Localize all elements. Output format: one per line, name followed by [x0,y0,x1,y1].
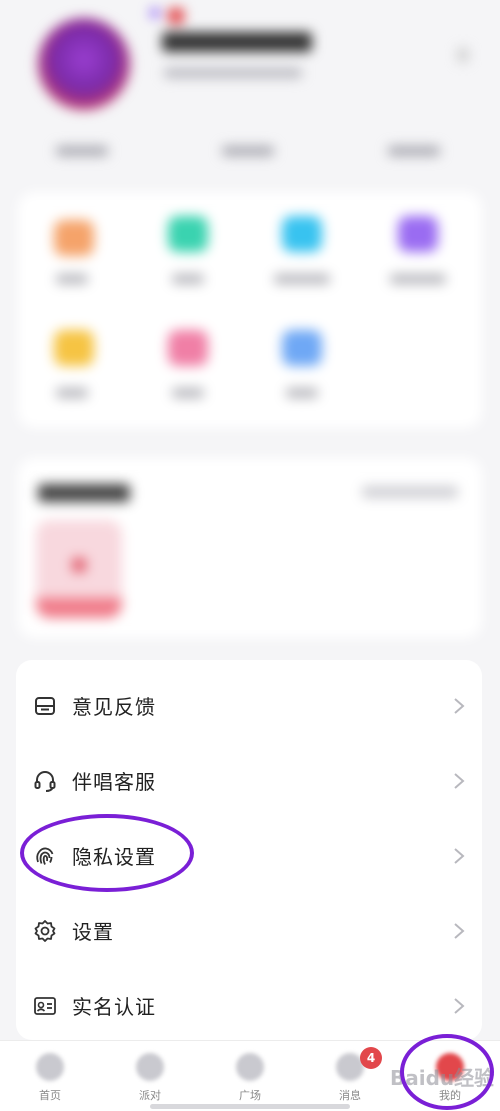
feature-label [56,388,88,398]
headset-icon [32,768,58,794]
chevron-right-icon [452,846,466,866]
menu-item-feedback[interactable]: 意见反馈 [16,668,482,743]
stat-fans[interactable] [222,146,274,156]
tab-party[interactable]: 派对 [100,1041,200,1111]
tab-label: 广场 [239,1089,261,1102]
tab-label: 首页 [39,1089,61,1102]
chevron-right-icon[interactable] [458,48,468,62]
feature-icon[interactable] [282,216,322,252]
feature-icon[interactable] [54,330,94,366]
tab-label: 派对 [139,1089,161,1102]
stat-following[interactable] [56,146,108,156]
menu-item-label: 实名认证 [72,995,156,1019]
gear-icon [32,918,58,944]
party-icon [136,1053,164,1081]
feature-icon[interactable] [54,220,94,256]
square-icon [236,1053,264,1081]
watermark-text: Baidu经验 [390,1066,495,1090]
relationship-slot-bar [36,598,122,618]
feature-icon[interactable] [168,216,208,252]
menu-item-real-name-verification[interactable]: 实名认证 [16,968,482,1043]
tab-messages[interactable]: 4 消息 [300,1041,400,1111]
feature-icon[interactable] [398,216,438,252]
feature-icon[interactable] [168,330,208,366]
chevron-right-icon [452,996,466,1016]
feature-label [390,274,446,284]
vip-badge [168,8,184,24]
unread-badge: 4 [360,1047,382,1069]
feature-label [56,274,88,284]
home-indicator [150,1104,350,1109]
relationship-slot-icon [72,558,86,572]
feature-icon[interactable] [282,330,322,366]
fingerprint-icon [32,843,58,869]
feature-label [274,274,330,284]
chevron-right-icon [452,771,466,791]
menu-item-label: 隐私设置 [72,845,156,869]
user-subtitle [164,68,302,78]
feature-grid [18,192,482,428]
menu-item-settings[interactable]: 设置 [16,893,482,968]
menu-item-label: 意见反馈 [72,695,156,719]
relationship-card [18,458,482,638]
feedback-icon [32,693,58,719]
tab-label: 消息 [339,1089,361,1102]
relationship-more-link[interactable] [362,486,458,498]
stat-visitors[interactable] [388,146,440,156]
home-icon [36,1053,64,1081]
feature-label [286,388,318,398]
profile-stats [0,140,500,164]
chevron-right-icon [452,696,466,716]
menu-item-label: 伴唱客服 [72,770,156,794]
menu-item-label: 设置 [72,920,114,944]
nickname [162,32,312,52]
relationship-title [38,484,130,502]
tab-square[interactable]: 广场 [200,1041,300,1111]
avatar[interactable] [38,18,130,110]
chevron-right-icon [452,921,466,941]
settings-menu: 意见反馈 伴唱客服 隐私设置 设置 实名认证 [16,660,482,1040]
feature-label [172,388,204,398]
menu-item-customer-service[interactable]: 伴唱客服 [16,743,482,818]
tab-home[interactable]: 首页 [0,1041,100,1111]
id-card-icon [32,993,58,1019]
feature-label [172,274,204,284]
menu-item-privacy-settings[interactable]: 隐私设置 [16,818,482,893]
profile-header[interactable] [0,0,500,130]
level-badge [150,8,160,18]
